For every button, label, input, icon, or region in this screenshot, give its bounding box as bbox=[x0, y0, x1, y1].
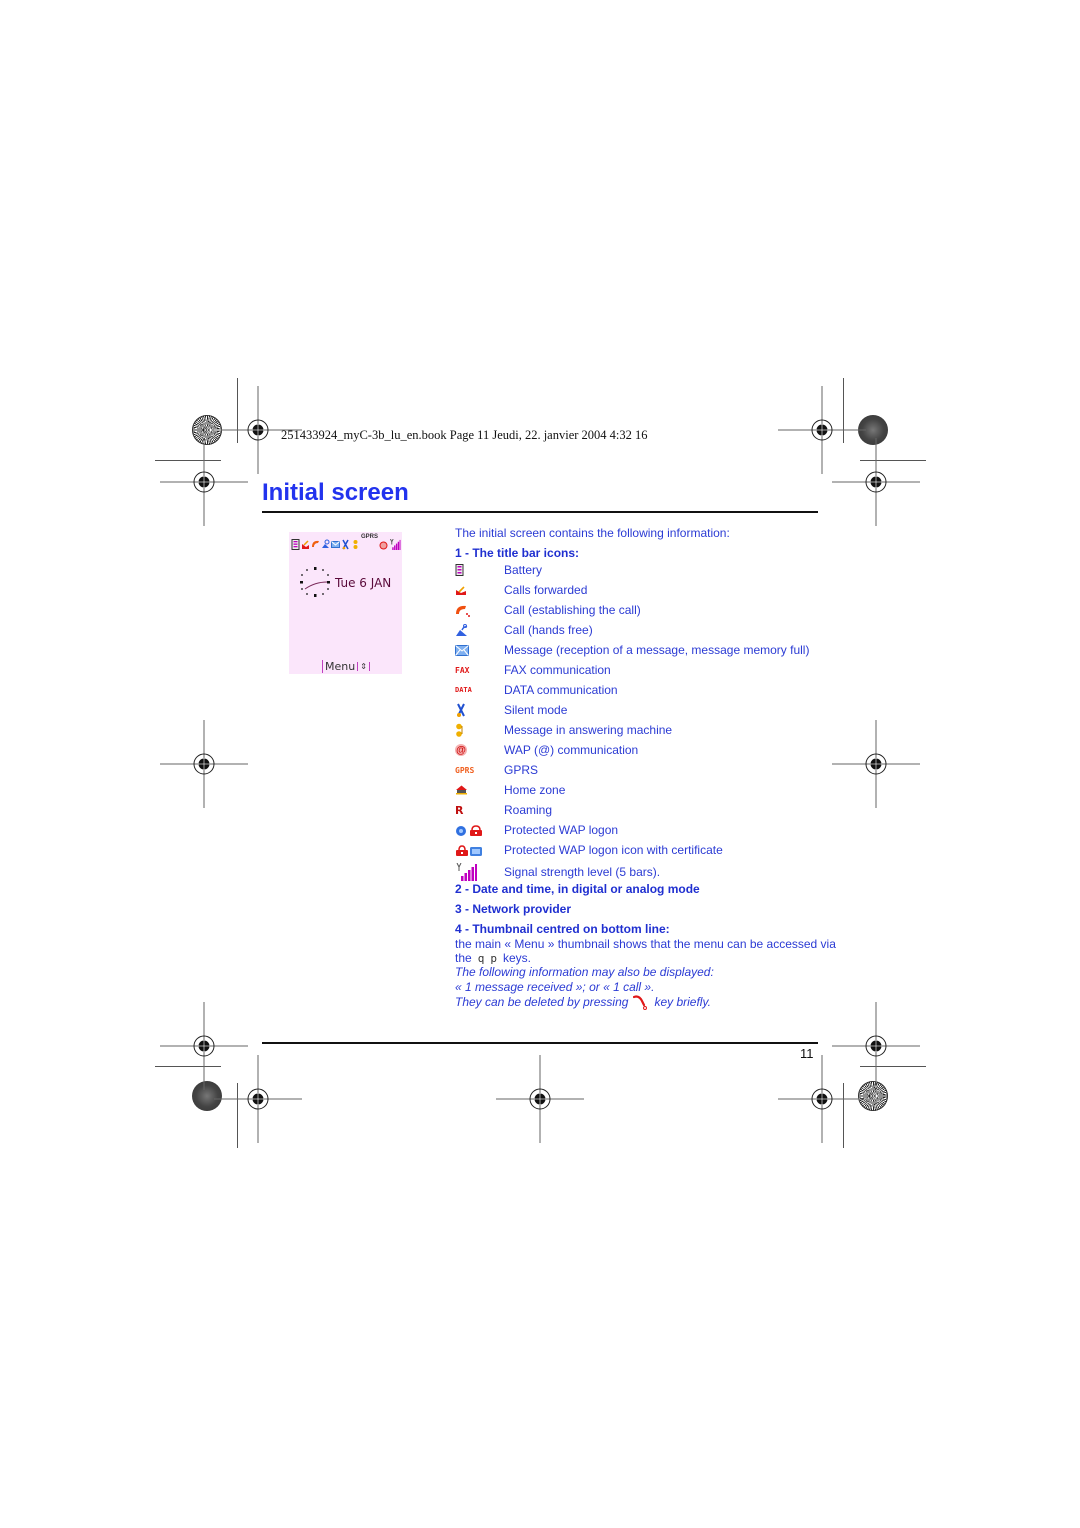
title-divider bbox=[262, 511, 818, 513]
legend-item: Call (hands free) bbox=[455, 620, 809, 640]
legend-item: FAX FAX communication bbox=[455, 660, 809, 680]
legend-label: Call (establishing the call) bbox=[504, 603, 641, 617]
roaming-icon: R bbox=[455, 803, 464, 817]
legend-label: Calls forwarded bbox=[504, 583, 588, 597]
hands-free-icon bbox=[322, 539, 330, 548]
silent-mode-icon bbox=[457, 703, 465, 717]
left-key-icon: q bbox=[477, 952, 485, 965]
legend-item: R Roaming bbox=[455, 800, 809, 820]
legend-item: Silent mode bbox=[455, 700, 809, 720]
note-line-2: « 1 message received »; or « 1 call ». bbox=[455, 980, 655, 994]
fax-icon: FAX bbox=[455, 665, 470, 675]
battery-icon bbox=[291, 539, 300, 550]
end-call-key-icon bbox=[633, 995, 648, 1010]
legend-item: Battery bbox=[455, 560, 809, 580]
legend-label: Roaming bbox=[504, 803, 553, 817]
legend-item: Message in answering machine bbox=[455, 720, 809, 740]
gprs-icon: GPRS bbox=[455, 765, 475, 775]
registration-mark bbox=[496, 1055, 584, 1143]
text-fragment: key briefly. bbox=[654, 995, 711, 1009]
legend-item: DATA DATA communication bbox=[455, 680, 809, 700]
silent-mode-icon bbox=[342, 539, 349, 550]
page-title: Initial screen bbox=[262, 479, 409, 506]
legend-item: Protected WAP logon bbox=[455, 820, 809, 840]
footer-divider bbox=[262, 1042, 818, 1044]
answering-machine-icon bbox=[456, 723, 463, 737]
registration-mark bbox=[832, 720, 920, 808]
legend-label: Silent mode bbox=[504, 703, 568, 717]
text-fragment: the bbox=[455, 951, 472, 965]
legend-item: Calls forwarded bbox=[455, 580, 809, 600]
message-icon bbox=[455, 644, 469, 656]
answering-machine-icon bbox=[353, 540, 358, 549]
legend-label: GPRS bbox=[504, 763, 539, 777]
call-establishing-icon bbox=[456, 605, 470, 617]
section-2-heading: 2 - Date and time, in digital or analog … bbox=[455, 882, 700, 896]
signal-strength-icon bbox=[390, 539, 401, 550]
registration-mark bbox=[778, 1055, 866, 1143]
phone-date: Tue 6 JAN bbox=[335, 576, 392, 590]
battery-icon bbox=[455, 564, 464, 576]
data-icon: DATA bbox=[455, 686, 472, 694]
hands-free-icon bbox=[456, 623, 468, 636]
menu-thumbnail: Menu ⇕ bbox=[322, 659, 370, 673]
menu-label: Menu bbox=[322, 659, 357, 673]
text-fragment: keys. bbox=[502, 951, 531, 965]
text-fragment: They can be deleted by pressing bbox=[455, 995, 629, 1009]
protected-wap-certificate-icon bbox=[456, 844, 482, 856]
legend-label: DATA communication bbox=[504, 683, 618, 697]
legend-label: Battery bbox=[504, 563, 543, 577]
right-key-icon: p bbox=[490, 952, 497, 965]
legend-item: Protected WAP logon icon with certificat… bbox=[455, 840, 809, 860]
legend-label: Home zone bbox=[504, 783, 566, 797]
legend-label: Call (hands free) bbox=[504, 623, 593, 637]
wap-icon: @ bbox=[455, 744, 467, 756]
legend-label: Message in answering machine bbox=[504, 723, 673, 737]
legend-label: FAX communication bbox=[504, 663, 611, 677]
up-down-arrows-icon: ⇕ bbox=[357, 661, 370, 671]
section-4-heading: 4 - Thumbnail centred on bottom line: bbox=[455, 922, 670, 936]
intro-text: The initial screen contains the followin… bbox=[455, 526, 730, 540]
legend-item: Home zone bbox=[455, 780, 809, 800]
section-4-line2: the q p keys. bbox=[455, 951, 531, 965]
legend-label: WAP (@) communication bbox=[504, 743, 639, 757]
legend-item: GPRS GPRS bbox=[455, 760, 809, 780]
legend-label: Signal strength level (5 bars). bbox=[504, 865, 661, 879]
registration-mark bbox=[160, 720, 248, 808]
signal-strength-icon bbox=[456, 863, 477, 881]
phone-status-bar: GPRS bbox=[291, 534, 401, 550]
section-4-line1: the main « Menu » thumbnail shows that t… bbox=[455, 937, 836, 951]
protected-wap-icon bbox=[456, 824, 482, 836]
calls-forwarded-icon bbox=[456, 585, 466, 595]
file-header: 251433924_myC-3b_lu_en.book Page 11 Jeud… bbox=[281, 428, 648, 442]
wap-icon bbox=[379, 541, 388, 550]
legend-item: Signal strength level (5 bars). bbox=[455, 860, 809, 884]
note-line-1: The following information may also be di… bbox=[455, 965, 714, 979]
section-1-heading: 1 - The title bar icons: bbox=[455, 546, 580, 560]
gprs-indicator: GPRS bbox=[361, 534, 379, 540]
registration-mark bbox=[832, 438, 920, 526]
legend-item: Message (reception of a message, message… bbox=[455, 640, 809, 660]
message-icon bbox=[331, 541, 340, 548]
analog-clock bbox=[300, 567, 330, 597]
section-3-heading: 3 - Network provider bbox=[455, 902, 572, 916]
legend-item: @ WAP (@) communication bbox=[455, 740, 809, 760]
legend-label: Message (reception of a message, message… bbox=[504, 643, 810, 657]
call-establishing-icon bbox=[312, 540, 319, 547]
registration-mark bbox=[160, 438, 248, 526]
note-line-3: They can be deleted by pressing key brie… bbox=[455, 994, 711, 1010]
legend-item: Call (establishing the call) bbox=[455, 600, 809, 620]
icon-legend-list: Battery Calls forwarded Call (establishi… bbox=[455, 560, 809, 884]
registration-mark bbox=[214, 1055, 302, 1143]
phone-screen: GPRS Tue 6 JAN Menu ⇕ bbox=[289, 532, 402, 674]
legend-label: Protected WAP logon bbox=[504, 823, 619, 837]
calls-forwarded-icon bbox=[302, 540, 309, 549]
legend-label: Protected WAP logon icon with certificat… bbox=[504, 843, 723, 857]
page-number: 11 bbox=[800, 1046, 814, 1061]
home-zone-icon bbox=[456, 785, 467, 795]
